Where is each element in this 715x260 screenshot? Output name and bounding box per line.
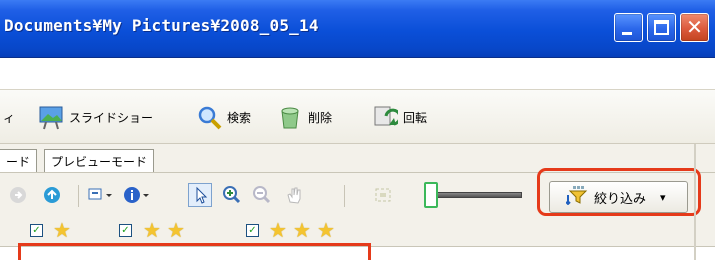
delete-button[interactable]: 削除 (277, 102, 332, 132)
thumbnail-size-slider[interactable] (430, 192, 522, 198)
slider-thumb[interactable] (424, 182, 438, 208)
select-tool-button[interactable] (188, 183, 212, 207)
minimize-icon (622, 32, 632, 35)
delete-label: 削除 (308, 110, 333, 125)
rotate-icon (372, 104, 402, 130)
rating-3-checkbox[interactable]: ✓ (246, 224, 259, 237)
slideshow-button[interactable]: スライドショー (38, 102, 153, 132)
slideshow-label: スライドショー (69, 110, 154, 125)
trash-icon (277, 104, 303, 130)
select-icon (196, 186, 208, 204)
star-icon: ★ (53, 218, 71, 242)
up-button[interactable] (40, 183, 64, 207)
panel-border (694, 144, 696, 260)
fit-icon (375, 188, 391, 202)
up-icon (44, 187, 60, 203)
command-cut-item[interactable]: ィ (3, 102, 15, 132)
forward-button[interactable] (6, 183, 30, 207)
slideshow-icon (38, 104, 64, 130)
hand-icon (287, 187, 301, 204)
title-bar[interactable]: Documents¥My Pictures¥2008_05_14 ✕ (0, 0, 715, 58)
maximize-button[interactable] (647, 13, 676, 42)
tab-mode[interactable]: ード (0, 149, 38, 172)
command-cut-label: ィ (3, 110, 16, 125)
zoom-in-icon (223, 186, 241, 204)
search-label: 検索 (227, 110, 252, 125)
fit-to-window-button[interactable] (371, 183, 395, 207)
minimize-button[interactable] (614, 13, 643, 42)
star-icon: ★ (269, 218, 287, 242)
rotate-button[interactable]: 回転 (372, 102, 427, 132)
hand-tool-button[interactable] (282, 183, 306, 207)
toolbar-separator (344, 185, 345, 207)
menu-bar (0, 59, 715, 90)
close-button[interactable]: ✕ (680, 13, 709, 42)
search-button[interactable]: 検索 (196, 102, 251, 132)
command-bar: ィ スライドショー 検索 削除 回転 (0, 90, 715, 144)
toolbar-separator (78, 185, 79, 207)
maximize-icon (654, 20, 669, 35)
search-icon (196, 104, 222, 130)
info-menu-button[interactable] (122, 183, 156, 207)
info-icon (124, 187, 149, 203)
filter-highlight-annotation (537, 168, 701, 216)
tab-preview-mode[interactable]: プレビューモード (44, 149, 155, 172)
star-icon: ★ (293, 218, 311, 242)
window-title: Documents¥My Pictures¥2008_05_14 (4, 16, 319, 35)
forward-icon (10, 187, 26, 203)
view-menu-button[interactable] (87, 183, 121, 207)
rotate-label: 回転 (403, 110, 428, 125)
rating-1-checkbox[interactable]: ✓ (30, 224, 43, 237)
zoom-out-button[interactable] (250, 183, 274, 207)
rating-2-checkbox[interactable]: ✓ (119, 224, 132, 237)
zoom-in-button[interactable] (220, 183, 244, 207)
star-icon: ★ (143, 218, 161, 242)
star-icon: ★ (167, 218, 185, 242)
view-icon (88, 188, 112, 200)
close-icon: ✕ (686, 15, 703, 39)
rating-highlight-annotation (18, 243, 371, 260)
zoom-out-icon (253, 186, 271, 204)
star-icon: ★ (317, 218, 335, 242)
